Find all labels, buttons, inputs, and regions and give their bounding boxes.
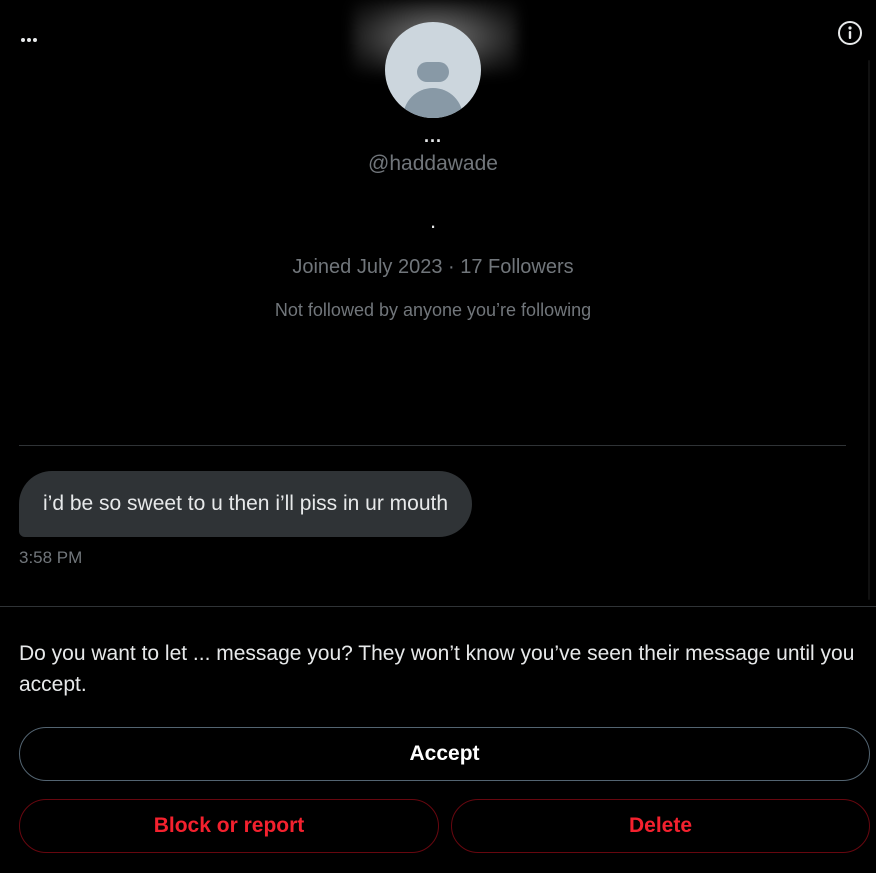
delete-button[interactable]: Delete <box>451 799 870 853</box>
followers-count[interactable]: 17 Followers <box>460 256 573 278</box>
message-request-screen: ... @haddawade . Joined July 2023 · 17 F… <box>0 0 876 873</box>
message-bubble[interactable]: i’d be so sweet to u then i’ll piss in u… <box>19 471 473 537</box>
profile-bio: . <box>429 208 437 233</box>
block-or-report-button[interactable]: Block or report <box>19 799 439 853</box>
info-circle-icon <box>838 21 862 45</box>
more-options-button[interactable] <box>14 26 44 54</box>
conversation-info-button[interactable] <box>836 19 864 47</box>
accept-button-label: Accept <box>409 742 480 765</box>
message-request-prompt: Do you want to let ... message you? They… <box>19 642 855 696</box>
block-or-report-label: Block or report <box>153 814 305 837</box>
joined-date: Joined July 2023 <box>292 256 443 278</box>
profile-meta: Joined July 2023 · 17 Followers <box>0 256 866 279</box>
profile-handle: @haddawade <box>368 152 498 175</box>
scrollbar[interactable] <box>868 60 870 600</box>
divider <box>0 606 876 607</box>
accept-button[interactable]: Accept <box>19 727 870 781</box>
delete-button-label: Delete <box>628 814 693 837</box>
mutual-followers-note: Not followed by anyone you’re following <box>274 300 592 320</box>
ellipsis-icon <box>21 38 37 42</box>
divider <box>19 445 846 446</box>
message-timestamp: 3:58 PM <box>19 548 83 567</box>
profile-display-name[interactable]: ... <box>0 126 866 147</box>
message-text: i’d be so sweet to u then i’ll piss in u… <box>43 492 449 515</box>
meta-separator: · <box>448 256 455 278</box>
avatar[interactable] <box>385 22 481 118</box>
